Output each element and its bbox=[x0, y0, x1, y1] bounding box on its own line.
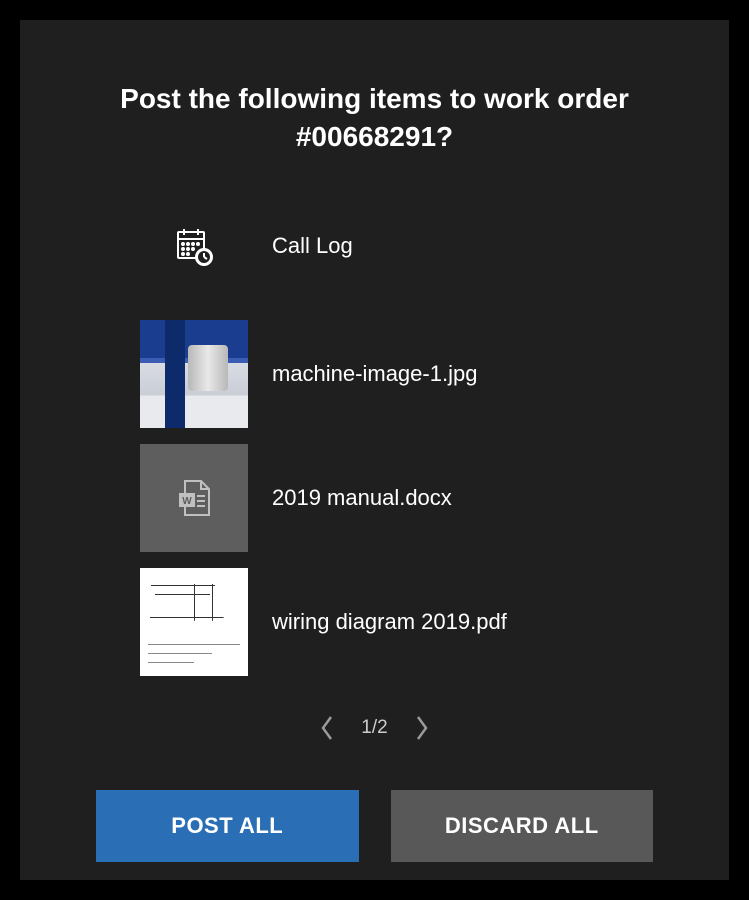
word-doc-icon: W bbox=[140, 444, 248, 552]
list-item: Call Log bbox=[140, 216, 689, 276]
post-items-dialog: Post the following items to work order #… bbox=[20, 20, 729, 880]
list-item: machine-image-1.jpg bbox=[140, 320, 689, 428]
discard-all-button[interactable]: DISCARD ALL bbox=[391, 790, 654, 862]
svg-text:W: W bbox=[182, 496, 192, 507]
items-list: Call Log machine-image-1.jpg W 2019 manu… bbox=[60, 216, 689, 676]
post-all-button[interactable]: POST ALL bbox=[96, 790, 359, 862]
dialog-title: Post the following items to work order #… bbox=[60, 80, 689, 156]
pager: 1/2 bbox=[60, 714, 689, 742]
list-item: W 2019 manual.docx bbox=[140, 444, 689, 552]
chevron-right-icon[interactable] bbox=[414, 714, 430, 742]
dialog-actions: POST ALL DISCARD ALL bbox=[60, 790, 689, 862]
item-label: Call Log bbox=[272, 233, 353, 259]
calendar-clock-icon bbox=[140, 222, 248, 270]
chevron-left-icon[interactable] bbox=[319, 714, 335, 742]
item-label: 2019 manual.docx bbox=[272, 485, 452, 511]
pdf-thumbnail bbox=[140, 568, 248, 676]
image-thumbnail bbox=[140, 320, 248, 428]
list-item: wiring diagram 2019.pdf bbox=[140, 568, 689, 676]
pager-label: 1/2 bbox=[361, 717, 387, 739]
item-label: machine-image-1.jpg bbox=[272, 361, 477, 387]
item-label: wiring diagram 2019.pdf bbox=[272, 609, 507, 635]
